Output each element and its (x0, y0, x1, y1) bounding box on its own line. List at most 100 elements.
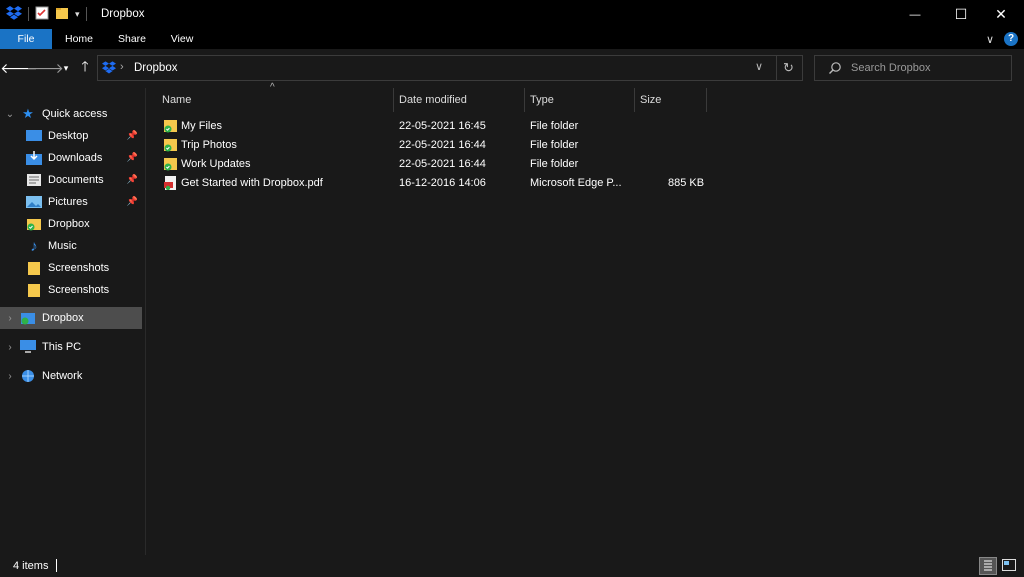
folder-icon (26, 283, 42, 297)
dropbox-icon (20, 311, 36, 325)
tab-file[interactable]: File (0, 29, 52, 49)
up-button[interactable]: 🡑 (76, 58, 94, 77)
pin-icon: 📌 (126, 196, 138, 206)
desktop-icon (26, 129, 42, 143)
pin-icon: 📌 (126, 130, 138, 140)
sidebar-item-label: Pictures (48, 196, 88, 208)
large-icons-view-icon (1002, 558, 1016, 574)
chevron-right-icon[interactable]: › (0, 371, 20, 382)
toolbar-separator (28, 7, 29, 21)
column-header-date-modified[interactable]: Date modified (399, 88, 523, 112)
customize-toolbar-icon[interactable]: ▾ (75, 9, 80, 20)
synced-folder-icon (164, 157, 178, 171)
sidebar-item-label: This PC (42, 341, 82, 353)
file-row[interactable]: Get Started with Dropbox.pdf 16-12-2016 … (160, 174, 720, 193)
search-box[interactable]: Search Dropbox (814, 55, 1012, 81)
sidebar-item-label: Screenshots (48, 284, 110, 296)
forward-button[interactable]: 🡒 (26, 59, 64, 77)
file-row[interactable]: Trip Photos 22-05-2021 16:44 File folder (160, 136, 720, 155)
sidebar-item-music[interactable]: ♪ Music (0, 235, 142, 257)
ribbon-tabs: File Home Share View ∨ ? (0, 29, 1024, 49)
column-header-type[interactable]: Type (530, 88, 634, 112)
music-icon: ♪ (30, 237, 38, 255)
ribbon-controls: ∨ ? (986, 32, 1018, 46)
column-header-size[interactable]: Size (640, 88, 706, 112)
expand-ribbon-icon[interactable]: ∨ (986, 33, 994, 46)
recent-locations-button[interactable]: ▾ (60, 59, 72, 77)
search-placeholder: Search Dropbox (851, 62, 931, 74)
large-icons-view-button[interactable] (1000, 557, 1018, 575)
synced-folder-icon (164, 119, 178, 133)
chevron-right-icon[interactable]: › (0, 313, 20, 324)
dropbox-icon (102, 61, 116, 77)
minimize-button[interactable]: — (892, 0, 938, 29)
column-header-name[interactable]: Name (162, 88, 392, 112)
column-separator[interactable] (393, 88, 394, 112)
help-icon[interactable]: ? (1004, 32, 1018, 46)
downloads-icon (26, 151, 42, 165)
chevron-down-icon[interactable]: ⌄ (0, 109, 20, 120)
file-row[interactable]: Work Updates 22-05-2021 16:44 File folde… (160, 155, 720, 174)
star-icon: ★ (22, 106, 34, 121)
file-name: Get Started with Dropbox.pdf (181, 177, 323, 189)
sidebar-item-quick-access[interactable]: ⌄ ★ Quick access (0, 103, 142, 125)
search-icon (828, 61, 842, 78)
sidebar-item-pictures[interactable]: Pictures 📌 (0, 191, 142, 213)
address-history-icon[interactable]: ∨ (755, 60, 763, 73)
column-separator[interactable] (524, 88, 525, 112)
file-date: 22-05-2021 16:44 (399, 139, 486, 151)
status-divider (56, 559, 57, 572)
new-folder-icon[interactable] (55, 6, 69, 23)
sidebar-item-downloads[interactable]: Downloads 📌 (0, 147, 142, 169)
file-size: 885 KB (668, 177, 705, 189)
sidebar-item-desktop[interactable]: Desktop 📌 (0, 125, 142, 147)
folder-icon (26, 261, 42, 275)
sidebar-item-this-pc[interactable]: › This PC (0, 336, 142, 358)
file-date: 22-05-2021 16:44 (399, 158, 486, 170)
address-bar[interactable]: › Dropbox ∨ ↻ (97, 55, 803, 81)
title-bar: ▾ Dropbox — ☐ ✕ (0, 0, 1024, 29)
tab-share[interactable]: Share (110, 29, 154, 49)
sidebar-item-label: Network (42, 370, 83, 382)
pictures-icon (26, 195, 42, 209)
sidebar-item-dropbox[interactable]: › Dropbox (0, 307, 142, 329)
column-separator[interactable] (634, 88, 635, 112)
address-divider (776, 56, 777, 80)
sidebar-item-label: Screenshots (48, 262, 110, 274)
tab-home[interactable]: Home (57, 29, 101, 49)
maximize-icon: ☐ (954, 6, 968, 22)
sidebar-item-screenshots[interactable]: Screenshots (0, 257, 142, 279)
breadcrumb-chevron-icon[interactable]: › (120, 61, 124, 73)
window-title: Dropbox (101, 8, 145, 20)
tab-view[interactable]: View (160, 29, 204, 49)
quick-access-toolbar: ▾ (6, 5, 87, 23)
file-type: Microsoft Edge P... (530, 177, 622, 189)
file-type: File folder (530, 158, 579, 170)
toolbar-separator (85, 7, 87, 21)
sidebar-item-label: Documents (48, 174, 104, 186)
column-separator[interactable] (706, 88, 707, 112)
item-count: 4 items (13, 560, 49, 572)
chevron-right-icon[interactable]: › (0, 342, 20, 353)
sidebar-item-label: Quick access (42, 108, 108, 120)
pin-icon: 📌 (126, 152, 138, 162)
pin-icon: 📌 (126, 174, 138, 184)
sidebar-item-documents[interactable]: Documents 📌 (0, 169, 142, 191)
sidebar-item-dropbox-quick[interactable]: Dropbox (0, 213, 142, 235)
refresh-icon[interactable]: ↻ (783, 60, 794, 76)
file-date: 16-12-2016 14:06 (399, 177, 486, 189)
sidebar-item-screenshots-2[interactable]: Screenshots (0, 279, 142, 301)
synced-folder-icon (164, 138, 178, 152)
file-name: My Files (181, 120, 222, 132)
properties-icon[interactable] (35, 6, 49, 23)
details-view-button[interactable] (979, 557, 997, 575)
navigation-pane: ⌄ ★ Quick access Desktop 📌 Downloads 📌 D… (0, 88, 146, 555)
close-button[interactable]: ✕ (978, 0, 1024, 29)
file-date: 22-05-2021 16:45 (399, 120, 486, 132)
breadcrumb-dropbox[interactable]: Dropbox (134, 62, 177, 74)
documents-icon (26, 173, 42, 187)
file-name: Trip Photos (181, 139, 237, 151)
sidebar-item-network[interactable]: › Network (0, 365, 142, 387)
dropbox-folder-icon (26, 217, 42, 231)
file-row[interactable]: My Files 22-05-2021 16:45 File folder (160, 117, 720, 136)
